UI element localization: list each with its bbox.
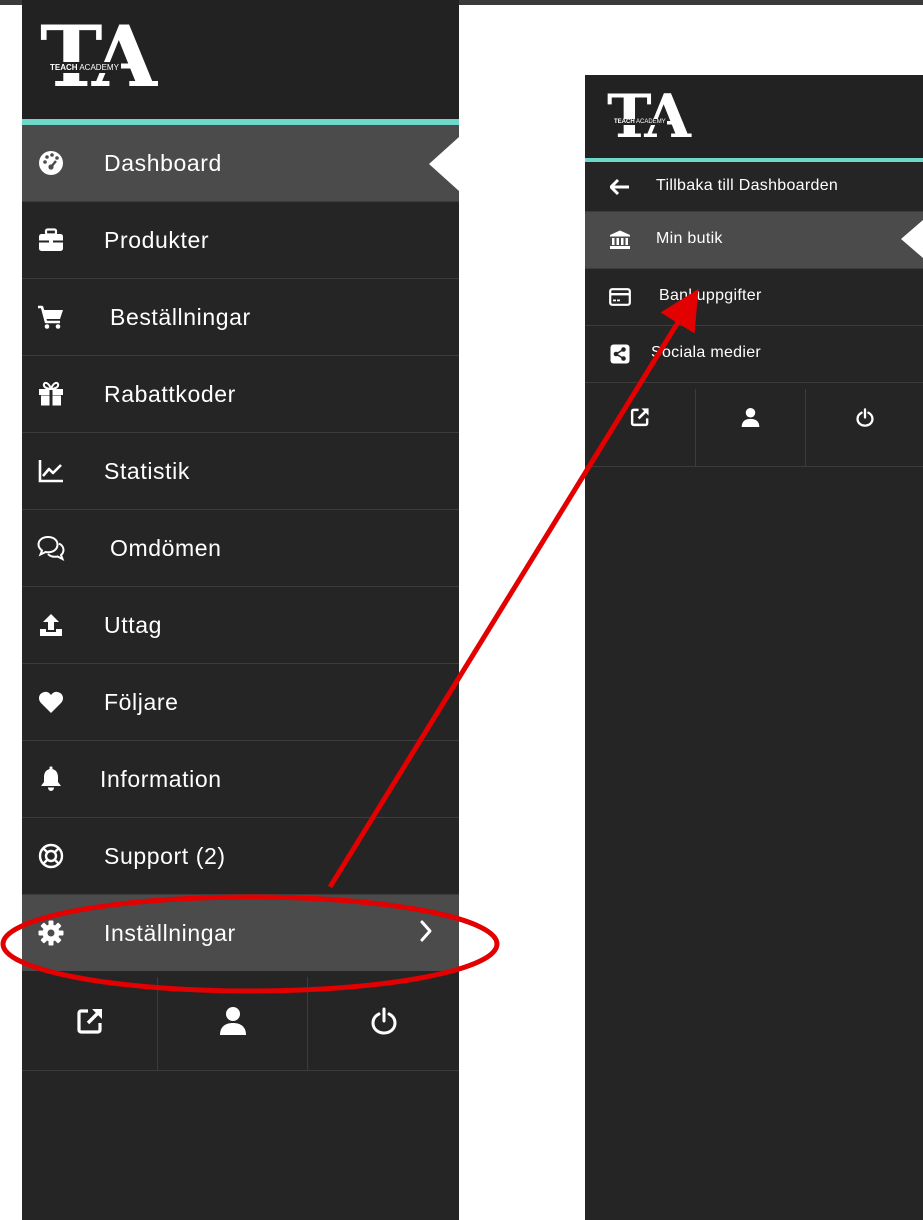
menu-item-label: Min butik bbox=[656, 230, 723, 247]
teach-academy-logo[interactable]: TA TEACH ACADEMY bbox=[40, 7, 157, 107]
menu-item-label: Information bbox=[100, 766, 222, 792]
user-icon bbox=[219, 1006, 247, 1041]
menu-item-label: Uttag bbox=[104, 612, 162, 638]
menu-item-min-butik[interactable]: Min butik bbox=[585, 212, 923, 269]
user-icon bbox=[741, 407, 760, 433]
share-square-icon bbox=[609, 344, 631, 364]
briefcase-icon bbox=[37, 226, 65, 254]
logo-letters: TA bbox=[40, 7, 157, 106]
menu-item-support[interactable]: Support (2) bbox=[22, 818, 459, 895]
bell-icon bbox=[37, 765, 65, 793]
menu-item-label: Dashboard bbox=[104, 150, 222, 176]
shopping-cart-icon bbox=[37, 303, 65, 331]
external-link-icon bbox=[630, 407, 650, 432]
menu-item-back-to-dashboard[interactable]: Tillbaka till Dashboarden bbox=[585, 162, 923, 212]
active-indicator bbox=[429, 137, 459, 191]
active-indicator bbox=[901, 220, 923, 258]
chevron-right-icon bbox=[419, 919, 433, 948]
menu-item-label: Support (2) bbox=[104, 843, 226, 869]
menu-item-statistik[interactable]: Statistik bbox=[22, 433, 459, 510]
menu-item-label: Inställningar bbox=[104, 920, 236, 946]
arrow-left-icon bbox=[609, 177, 631, 197]
credit-card-icon bbox=[609, 287, 631, 307]
menu-item-uttag[interactable]: Uttag bbox=[22, 587, 459, 664]
profile-button[interactable] bbox=[158, 977, 308, 1070]
menu-item-information[interactable]: Information bbox=[22, 741, 459, 818]
logout-button[interactable] bbox=[308, 977, 459, 1070]
menu-item-rabattkoder[interactable]: Rabattkoder bbox=[22, 356, 459, 433]
open-store-button[interactable] bbox=[22, 977, 158, 1070]
chat-bubbles-icon bbox=[37, 534, 65, 562]
menu-item-sociala-medier[interactable]: Sociala medier bbox=[585, 326, 923, 383]
power-icon bbox=[370, 1007, 397, 1040]
power-icon bbox=[855, 407, 874, 432]
gift-icon bbox=[37, 380, 65, 408]
bottom-action-bar bbox=[22, 977, 459, 1071]
profile-button[interactable] bbox=[696, 389, 806, 466]
menu-item-foljare[interactable]: Följare bbox=[22, 664, 459, 741]
heart-icon bbox=[37, 688, 65, 716]
menu-item-label: Statistik bbox=[104, 458, 190, 484]
menu-item-produkter[interactable]: Produkter bbox=[22, 202, 459, 279]
menu-item-label: Bankuppgifter bbox=[659, 287, 762, 304]
lifebuoy-icon bbox=[37, 842, 65, 870]
bank-icon bbox=[609, 230, 631, 250]
settings-menu: Tillbaka till Dashboarden Min butik Bank… bbox=[585, 162, 923, 383]
dashboard-gauge-icon bbox=[37, 149, 65, 177]
logo-tagline: TEACH ACADEMY bbox=[48, 62, 121, 73]
gear-icon bbox=[37, 919, 65, 947]
menu-item-label: Rabattkoder bbox=[104, 381, 236, 407]
menu-item-label: Sociala medier bbox=[651, 344, 762, 361]
external-link-icon bbox=[76, 1007, 104, 1040]
menu-item-bankuppgifter[interactable]: Bankuppgifter bbox=[585, 269, 923, 326]
menu-item-label: Följare bbox=[104, 689, 179, 715]
menu-item-dashboard[interactable]: Dashboard bbox=[22, 125, 459, 202]
bottom-action-bar bbox=[585, 389, 923, 467]
line-chart-icon bbox=[37, 457, 65, 485]
menu-item-label: Beställningar bbox=[110, 304, 251, 330]
main-sidebar: TA TEACH ACADEMY Dashboard Produkter Bes… bbox=[22, 0, 459, 1220]
menu-item-bestallningar[interactable]: Beställningar bbox=[22, 279, 459, 356]
menu-item-label: Omdömen bbox=[110, 535, 222, 561]
upload-tray-icon bbox=[37, 611, 65, 639]
teach-academy-logo[interactable]: TA TEACH ACADEMY bbox=[607, 82, 691, 152]
main-menu: Dashboard Produkter Beställningar Rabatt… bbox=[22, 125, 459, 971]
menu-item-installningar[interactable]: Inställningar bbox=[22, 895, 459, 971]
menu-item-label: Produkter bbox=[104, 227, 210, 253]
logo-tagline: TEACH ACADEMY bbox=[613, 119, 667, 125]
brand-header: TA TEACH ACADEMY bbox=[585, 75, 923, 158]
settings-sidebar: TA TEACH ACADEMY Tillbaka till Dashboard… bbox=[585, 75, 923, 1220]
menu-item-omdomen[interactable]: Omdömen bbox=[22, 510, 459, 587]
logo-letters: TA bbox=[607, 82, 691, 152]
menu-item-label: Tillbaka till Dashboarden bbox=[656, 177, 839, 194]
open-store-button[interactable] bbox=[585, 389, 696, 466]
brand-header: TA TEACH ACADEMY bbox=[22, 0, 459, 119]
logout-button[interactable] bbox=[806, 389, 923, 466]
